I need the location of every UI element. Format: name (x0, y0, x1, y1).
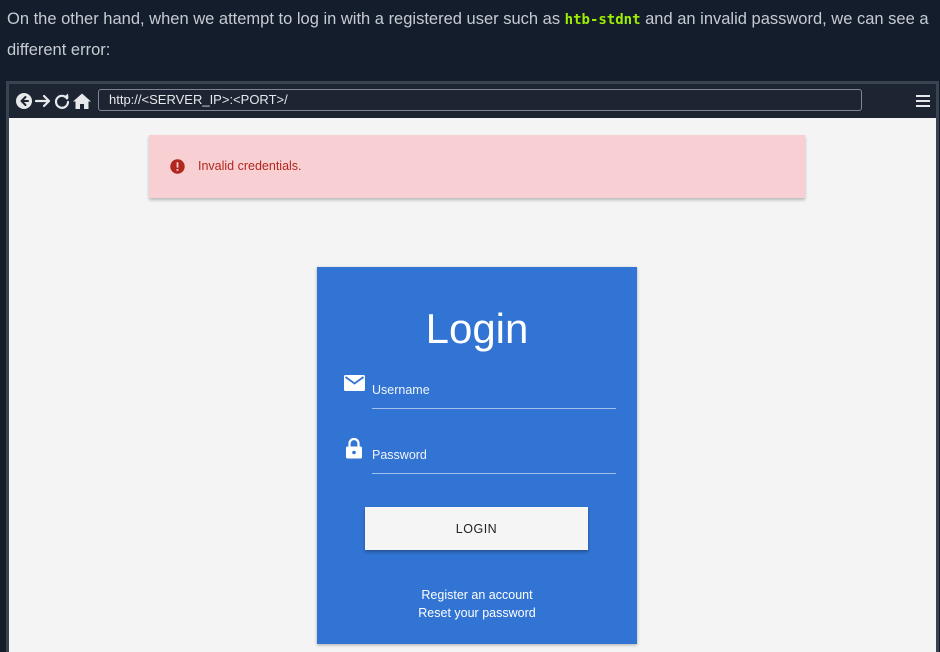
paragraph-text-start: On the other hand, when we attempt to lo… (7, 10, 565, 28)
password-underline (372, 473, 616, 474)
password-input[interactable] (372, 441, 616, 473)
register-link[interactable]: Register an account (317, 588, 637, 602)
address-bar[interactable]: http://<SERVER_IP>:<PORT>/ (98, 89, 862, 111)
envelope-icon (344, 375, 365, 396)
login-button[interactable]: LOGIN (365, 507, 588, 550)
article-paragraph: On the other hand, when we attempt to lo… (7, 4, 933, 65)
back-icon[interactable] (15, 92, 33, 110)
inline-code-username: htb-stdnt (564, 12, 641, 28)
page-viewport: Invalid credentials. Login Username Pass… (9, 118, 936, 652)
browser-toolbar: http://<SERVER_IP>:<PORT>/ (9, 84, 936, 118)
login-card: Login Username Password LOGIN Register a… (317, 267, 637, 644)
reload-icon[interactable] (53, 92, 71, 110)
home-icon[interactable] (72, 92, 92, 110)
username-input[interactable] (372, 376, 616, 408)
username-underline (372, 408, 616, 409)
reset-password-link[interactable]: Reset your password (317, 606, 637, 620)
browser-window: http://<SERVER_IP>:<PORT>/ Invalid crede… (6, 81, 939, 652)
forward-icon[interactable] (34, 92, 52, 110)
error-alert: Invalid credentials. (149, 135, 805, 198)
error-circle-icon (170, 159, 185, 179)
error-message: Invalid credentials. (198, 159, 302, 173)
login-title: Login (425, 305, 529, 352)
menu-icon[interactable] (914, 92, 932, 110)
lock-icon (346, 437, 362, 464)
